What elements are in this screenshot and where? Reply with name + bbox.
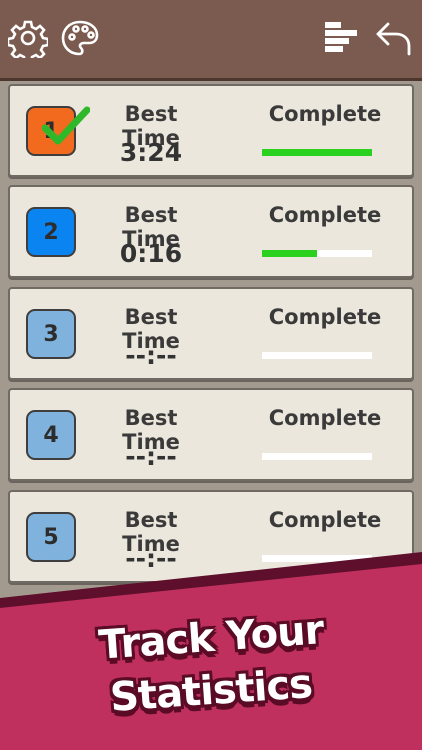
level-row[interactable]: 3 Best Time --:-- Complete	[8, 287, 414, 380]
level-row[interactable]: 1 Best Time 3:24 Complete	[8, 84, 414, 177]
best-time-value: --:--	[125, 341, 177, 370]
completion-progress-bar	[262, 250, 372, 257]
bar-chart-icon[interactable]	[322, 18, 362, 58]
best-time-value: 3:24	[119, 138, 183, 167]
best-time-value: 0:16	[119, 239, 183, 268]
level-number-badge: 3	[26, 309, 76, 359]
complete-label: Complete	[268, 305, 382, 329]
level-stats-list: 1 Best Time 3:24 Complete 2 Best Time 0:…	[0, 81, 422, 601]
best-time-value: --:--	[125, 442, 177, 471]
complete-label: Complete	[268, 203, 382, 227]
completion-progress-bar	[262, 149, 372, 156]
level-number-badge: 2	[26, 207, 76, 257]
level-row[interactable]: 4 Best Time --:-- Complete	[8, 388, 414, 481]
undo-arrow-icon[interactable]	[374, 18, 414, 58]
completion-progress-bar	[262, 352, 372, 359]
level-row[interactable]: 2 Best Time 0:16 Complete	[8, 185, 414, 278]
checkmark-icon	[42, 106, 90, 145]
palette-icon[interactable]	[60, 18, 100, 58]
complete-label: Complete	[268, 406, 382, 430]
gear-icon[interactable]	[8, 18, 48, 58]
level-number-badge: 4	[26, 410, 76, 460]
complete-label: Complete	[268, 508, 382, 532]
top-toolbar	[0, 0, 422, 81]
completion-progress-bar	[262, 453, 372, 460]
complete-label: Complete	[268, 102, 382, 126]
